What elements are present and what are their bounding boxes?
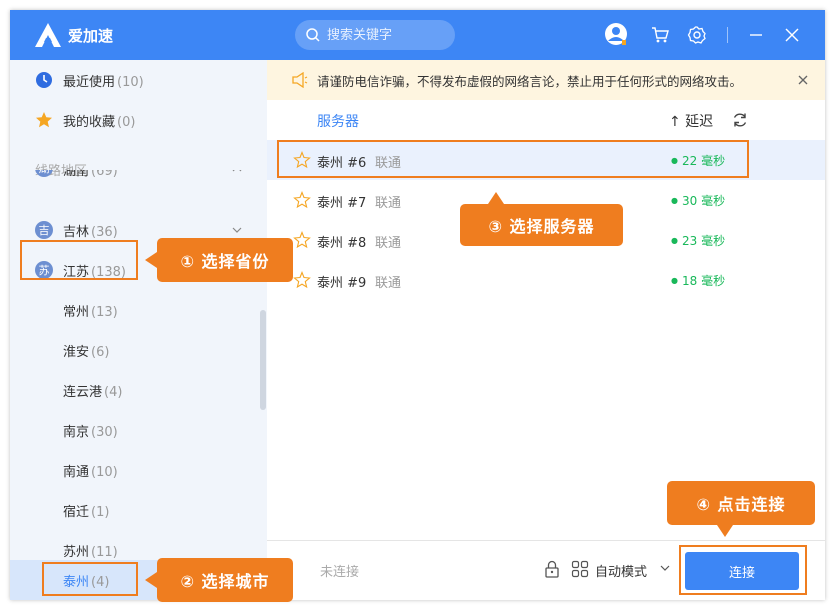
server-name: 泰州 #8 xyxy=(317,236,367,251)
callout-step2: ② 选择城市 xyxy=(145,558,293,602)
callout-step1: ① 选择省份 xyxy=(145,238,293,282)
megaphone-icon xyxy=(292,72,308,88)
settings-button[interactable] xyxy=(684,22,710,48)
sidebar-item-label: 我的收藏 xyxy=(63,114,116,130)
server-row[interactable]: 泰州 #9 联通 18 毫秒 xyxy=(267,260,825,300)
favorite-star-icon[interactable] xyxy=(293,271,311,289)
item-count: (6) xyxy=(91,344,110,360)
city-label: 淮安 xyxy=(63,344,90,360)
search-input[interactable] xyxy=(325,26,449,44)
province-label: 吉林 xyxy=(63,224,90,240)
close-button[interactable] xyxy=(779,22,805,48)
item-count: (13) xyxy=(91,304,118,320)
item-count: (0) xyxy=(117,114,136,130)
avatar-icon xyxy=(605,23,627,45)
refresh-icon[interactable] xyxy=(731,111,749,129)
city-label: 苏州 xyxy=(63,544,90,560)
server-list-header: 服务器 ↑ 延迟 xyxy=(267,100,825,140)
server-name: 泰州 #9 xyxy=(317,276,367,291)
lock-icon[interactable] xyxy=(543,560,561,578)
mode-grid-icon xyxy=(571,560,589,578)
search-box[interactable] xyxy=(295,20,455,50)
city-label: 南通 xyxy=(63,464,90,480)
server-isp: 联通 xyxy=(375,236,402,251)
user-avatar-button[interactable] xyxy=(604,22,630,48)
city-label: 常州 xyxy=(63,304,90,320)
clock-icon xyxy=(35,71,53,89)
item-count: (36) xyxy=(91,224,118,240)
chevron-down-icon xyxy=(232,227,242,233)
app-name: 爱加速 xyxy=(68,26,114,45)
notice-bar: 请谨防电信诈骗，不得发布虚假的网络言论，禁止用于任何形式的网络攻击。 xyxy=(267,60,825,100)
city-item[interactable]: 连云港 (4) xyxy=(10,370,267,410)
title-separator xyxy=(727,27,728,43)
connection-status: 未连接 xyxy=(320,565,360,580)
item-count: (11) xyxy=(91,544,118,560)
sidebar-item-favorites[interactable]: 我的收藏 (0) xyxy=(10,100,267,140)
server-isp: 联通 xyxy=(375,276,402,291)
city-item[interactable]: 宿迁 (1) xyxy=(10,490,267,530)
sidebar-item-recent[interactable]: 最近使用 (10) xyxy=(10,60,267,100)
item-count: (10) xyxy=(117,74,144,90)
highlight-connect xyxy=(679,545,807,595)
app-logo: 爱加速 xyxy=(34,22,113,48)
notice-close-icon[interactable] xyxy=(795,72,811,88)
item-count: (10) xyxy=(91,464,118,480)
favorite-star-icon[interactable] xyxy=(293,231,311,249)
server-latency: 23 毫秒 xyxy=(671,232,725,249)
gear-icon xyxy=(687,26,706,44)
city-label: 南京 xyxy=(63,424,90,440)
item-count: (1) xyxy=(91,504,110,520)
chevron-down-icon[interactable] xyxy=(660,563,670,573)
city-item[interactable]: 南通 (10) xyxy=(10,450,267,490)
sidebar: 最近使用(10) 我的收藏(0) 线路地区 湖 湖南(69) 吉 吉林(36) … xyxy=(10,60,267,600)
city-item[interactable]: 南京 (30) xyxy=(10,410,267,450)
close-icon xyxy=(785,28,799,42)
minimize-icon xyxy=(750,34,762,36)
city-item[interactable]: 常州 (13) xyxy=(10,290,267,330)
sort-latency-button[interactable]: ↑ 延迟 xyxy=(669,111,713,131)
server-latency: 18 毫秒 xyxy=(671,272,725,289)
item-count: (30) xyxy=(91,424,118,440)
item-count: (69) xyxy=(91,170,118,179)
item-count: (4) xyxy=(104,384,123,400)
server-name: 泰州 #7 xyxy=(317,196,367,211)
mode-dropdown[interactable]: 自动模式 xyxy=(595,561,647,580)
minimize-button[interactable] xyxy=(743,22,769,48)
favorite-star-icon[interactable] xyxy=(293,191,311,209)
callout-step4: ④ 点击连接 xyxy=(667,481,815,537)
chevron-up-icon xyxy=(232,170,242,172)
city-item[interactable]: 淮安 (6) xyxy=(10,330,267,370)
notice-text: 请谨防电信诈骗，不得发布虚假的网络言论，禁止用于任何形式的网络攻击。 xyxy=(317,73,743,89)
sidebar-scrollbar[interactable] xyxy=(260,310,266,410)
callout-step3: ③ 选择服务器 xyxy=(460,192,623,246)
cart-icon xyxy=(652,27,669,43)
province-badge: 湖 xyxy=(35,170,53,177)
column-server: 服务器 xyxy=(317,114,359,130)
logo-icon xyxy=(35,23,61,47)
server-isp: 联通 xyxy=(375,196,402,211)
sidebar-item-label: 最近使用 xyxy=(63,74,116,90)
server-latency: 30 毫秒 xyxy=(671,192,725,209)
highlight-province xyxy=(20,240,138,280)
star-icon xyxy=(35,111,53,129)
highlight-server xyxy=(277,140,749,178)
city-label: 连云港 xyxy=(63,384,103,400)
title-bar: 爱加速 xyxy=(10,10,825,60)
province-item-hunan[interactable]: 湖 湖南(69) xyxy=(10,170,267,190)
province-label: 湖南 xyxy=(63,170,90,179)
cart-button[interactable] xyxy=(647,22,673,48)
search-icon xyxy=(306,28,320,42)
province-badge: 吉 xyxy=(35,221,53,239)
city-label: 宿迁 xyxy=(63,504,90,520)
highlight-city xyxy=(42,562,138,596)
